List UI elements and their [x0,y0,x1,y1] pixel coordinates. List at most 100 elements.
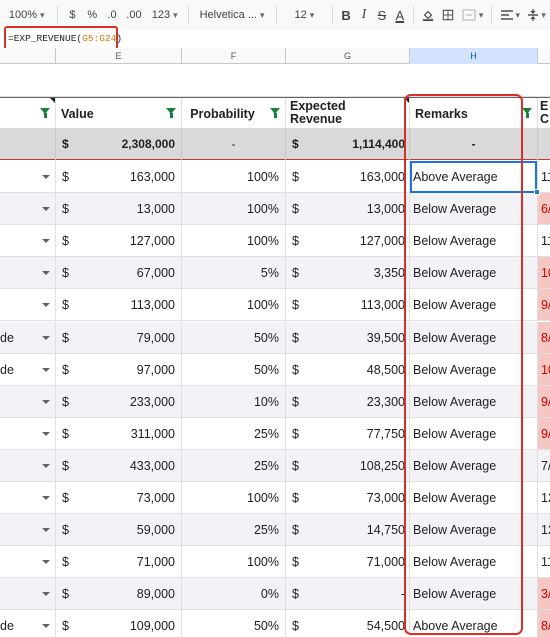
filter-icon[interactable] [40,108,51,118]
cell-stage[interactable] [0,385,56,418]
chevron-down-icon[interactable] [42,399,50,404]
cell-expected-revenue[interactable]: $113,000 [286,289,410,322]
percent-format-button[interactable]: % [82,4,102,26]
cell-probability[interactable]: 100% [182,482,286,514]
cell-stage[interactable]: de [0,353,56,386]
header-cell-value[interactable]: Value [56,98,182,129]
total-cell-d[interactable] [0,128,56,160]
cell-stage[interactable] [0,482,56,514]
total-cell-expected[interactable]: $ 1,114,400 [286,128,410,160]
cell-stage[interactable] [0,417,56,450]
filter-icon[interactable] [270,108,281,118]
cell-expected-revenue[interactable]: $108,250 [286,449,410,482]
cell-stage[interactable]: de [0,321,56,354]
cell-next[interactable]: 8/ [538,322,550,354]
cell-next[interactable]: 10 [538,354,550,386]
cell-value[interactable]: $67,000 [56,257,182,290]
bold-button[interactable]: B [337,4,355,26]
column-header-f[interactable]: F [182,48,286,64]
chevron-down-icon[interactable] [42,592,50,597]
cell-next[interactable]: 7/ [538,450,550,482]
cell-next[interactable]: 9/ [538,418,550,450]
cell-value[interactable]: $97,000 [56,353,182,386]
chevron-down-icon[interactable] [42,431,50,436]
cell-expected-revenue[interactable]: $13,000 [286,193,410,226]
cell-value[interactable]: $113,000 [56,289,182,322]
cell-next[interactable]: 3/ [538,578,550,610]
decrease-decimal-button[interactable]: .0 [102,4,122,26]
header-cell-next[interactable]: EC [538,98,550,129]
column-header-i[interactable] [538,48,550,64]
font-family-select[interactable]: Helvetica ... [192,4,271,26]
chevron-down-icon[interactable] [42,303,50,308]
chevron-down-icon[interactable] [42,207,50,212]
cell-stage[interactable] [0,161,56,193]
cell-expected-revenue[interactable]: $23,300 [286,385,410,418]
cell-stage[interactable] [0,514,56,547]
cell-next[interactable]: 10 [538,257,550,289]
cell-probability[interactable]: 100% [182,289,286,322]
chevron-down-icon[interactable] [42,239,50,244]
chevron-down-icon[interactable] [42,175,50,179]
cell-value[interactable]: $79,000 [56,321,182,354]
cell-next[interactable]: 11 [538,546,550,578]
borders-icon[interactable] [438,4,458,26]
cell-probability[interactable]: 100% [182,225,286,258]
cell-probability[interactable]: 10% [182,385,286,418]
cell-next[interactable]: 11 [538,225,550,257]
strikethrough-button[interactable]: S [373,4,391,26]
vertical-align-icon[interactable] [524,4,550,26]
increase-decimal-button[interactable]: .00 [122,4,146,26]
cell-expected-revenue[interactable]: $127,000 [286,225,410,258]
cell-stage[interactable]: de [0,610,56,637]
cell-value[interactable]: $89,000 [56,578,182,611]
horizontal-align-icon[interactable] [496,4,524,26]
cell-expected-revenue[interactable]: $77,750 [286,417,410,450]
cell-value[interactable]: $127,000 [56,225,182,258]
cell-value[interactable]: $233,000 [56,385,182,418]
cell-value[interactable]: $433,000 [56,449,182,482]
cell-expected-revenue[interactable]: $14,750 [286,514,410,547]
cell-probability[interactable]: 50% [182,353,286,386]
cell-expected-revenue[interactable]: $ - [286,578,410,611]
cell-stage[interactable] [0,289,56,322]
cell-probability[interactable]: 50% [182,321,286,354]
cell-probability[interactable]: 100% [182,193,286,226]
cell-probability[interactable]: 25% [182,449,286,482]
filter-icon[interactable] [166,108,177,118]
number-format-select[interactable]: 123 [146,4,184,26]
fill-color-icon[interactable] [418,4,438,26]
total-cell-value[interactable]: $ 2,308,000 [56,128,182,160]
cell-next[interactable]: 12 [538,514,550,546]
cell-next[interactable]: 12 [538,482,550,514]
cell-value[interactable]: $311,000 [56,417,182,450]
chevron-down-icon[interactable] [42,624,50,629]
cell-stage[interactable] [0,449,56,482]
cell-value[interactable]: $59,000 [56,514,182,547]
filter-icon[interactable] [522,108,533,118]
column-header-h[interactable]: H [410,48,538,64]
cell-probability[interactable]: 0% [182,578,286,611]
cell-probability[interactable]: 100% [182,546,286,579]
text-color-button[interactable]: A [391,4,409,26]
cell-expected-revenue[interactable]: $39,500 [286,321,410,354]
cell-probability[interactable]: 100% [182,161,286,193]
chevron-down-icon[interactable] [42,367,50,372]
cell-next[interactable]: 8/ [538,610,550,637]
chevron-down-icon[interactable] [42,335,50,340]
cell-probability[interactable]: 5% [182,257,286,290]
cell-probability[interactable]: 25% [182,514,286,547]
cell-expected-revenue[interactable]: $54,500 [286,610,410,637]
column-header-g[interactable]: G [286,48,410,64]
chevron-down-icon[interactable] [42,463,50,468]
cell-stage[interactable] [0,257,56,290]
cell-expected-revenue[interactable]: $163,000 [286,161,410,193]
chevron-down-icon[interactable] [42,528,50,533]
cell-stage[interactable] [0,546,56,579]
italic-button[interactable]: I [355,4,373,26]
merge-cells-icon[interactable] [458,4,488,26]
cell-next[interactable]: 6/ [538,193,550,225]
cell-value[interactable]: $73,000 [56,482,182,514]
total-cell-probability[interactable]: - [182,128,286,160]
cell-probability[interactable]: 50% [182,610,286,637]
